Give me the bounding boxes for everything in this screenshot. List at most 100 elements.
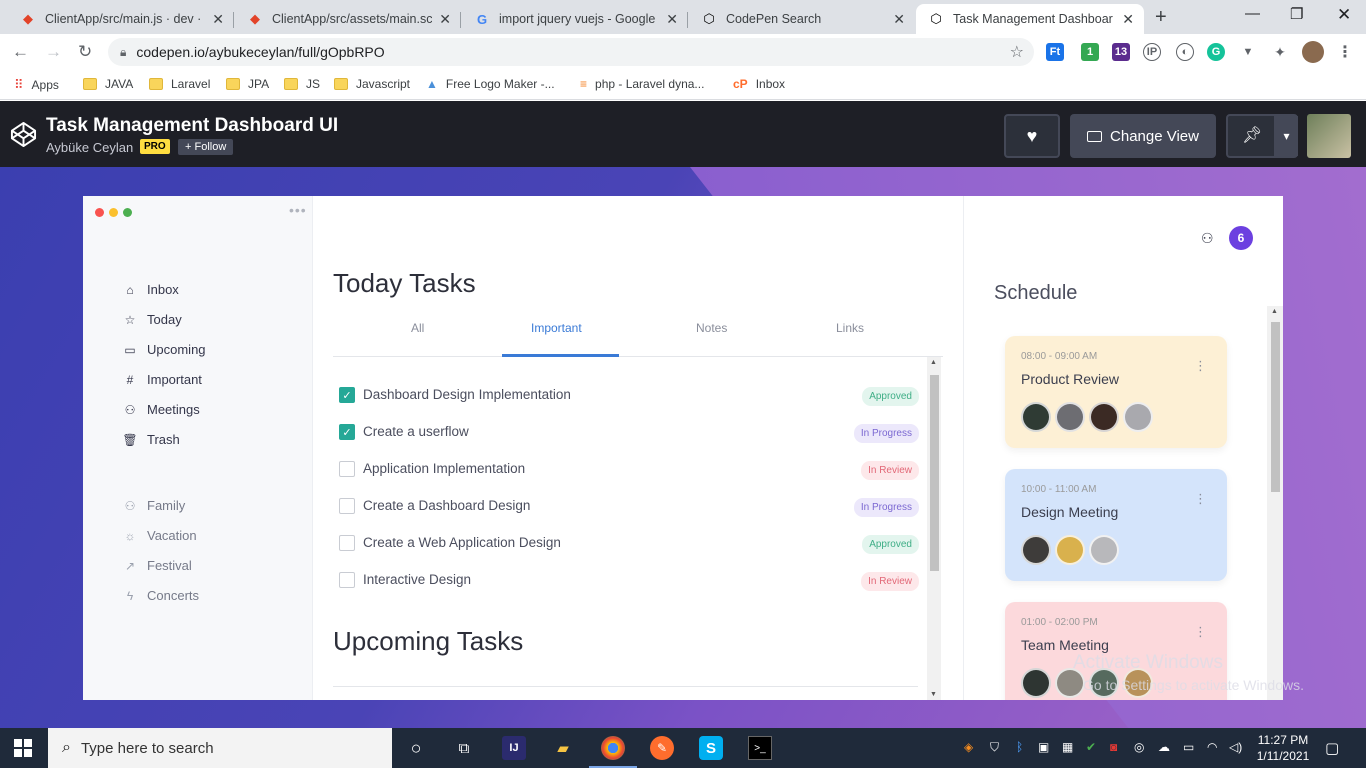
extension-icon[interactable]: G bbox=[1207, 43, 1225, 61]
taskbar-clock[interactable]: 11:27 PM 1/11/2021 bbox=[1252, 732, 1314, 764]
bookmark-apps[interactable]: ⠿ Apps bbox=[14, 77, 59, 93]
intellij-icon[interactable]: IJ bbox=[502, 736, 526, 760]
action-center-icon[interactable]: ▢ bbox=[1325, 739, 1339, 757]
file-explorer-icon[interactable]: ▰ bbox=[551, 736, 575, 760]
task-checkbox[interactable] bbox=[339, 498, 355, 514]
chevron-down-icon[interactable]: ▾ bbox=[1274, 116, 1298, 156]
notification-badge[interactable]: 6 bbox=[1229, 226, 1253, 250]
postman-icon[interactable]: ✎ bbox=[650, 736, 674, 760]
task-row[interactable]: ✓ Create a userflow In Progress bbox=[339, 421, 919, 443]
wifi-icon[interactable]: ◠ bbox=[1207, 740, 1217, 754]
kebab-menu-icon[interactable]: ⋮ bbox=[1194, 491, 1207, 507]
scrollbar-thumb[interactable] bbox=[1271, 322, 1280, 492]
bookmark-folder[interactable]: Laravel bbox=[149, 77, 210, 91]
kebab-menu-icon[interactable]: ⋮ bbox=[1194, 358, 1207, 374]
users-icon[interactable]: ⚇ bbox=[1201, 230, 1214, 247]
bluetooth-icon[interactable]: ᛒ bbox=[1016, 740, 1023, 754]
task-row[interactable]: Create a Dashboard Design In Progress bbox=[339, 495, 919, 517]
back-icon[interactable]: ← bbox=[12, 42, 29, 62]
sidebar-item-concerts[interactable]: ϟ Concerts bbox=[123, 588, 199, 603]
tray-app-icon[interactable]: ◎ bbox=[1134, 740, 1144, 754]
sidebar-item-trash[interactable]: 🗑︎ Trash bbox=[122, 432, 179, 447]
bookmark-folder[interactable]: JPA bbox=[226, 77, 269, 91]
scrollbar-thumb[interactable] bbox=[930, 375, 939, 571]
sidebar-item-festival[interactable]: ↗ Festival bbox=[123, 558, 192, 573]
maximize-icon[interactable]: ❐ bbox=[1290, 5, 1303, 23]
terminal-icon[interactable]: >_ bbox=[748, 736, 772, 760]
extension-icon[interactable]: ◐ bbox=[1176, 43, 1194, 61]
task-checkbox[interactable] bbox=[339, 535, 355, 551]
bookmark-folder[interactable]: JS bbox=[284, 77, 320, 91]
extension-icon[interactable]: ▼ bbox=[1239, 43, 1257, 61]
task-list-scrollbar[interactable]: ▲ ▼ bbox=[927, 357, 941, 700]
bookmark-folder[interactable]: Javascript bbox=[334, 77, 410, 91]
bookmark-folder[interactable]: JAVA bbox=[83, 77, 133, 91]
task-view-icon[interactable]: ⧉ bbox=[452, 736, 476, 760]
browser-tab[interactable]: G import jquery vuejs - Google S ✕ bbox=[462, 4, 688, 34]
browser-tab[interactable]: ⬡ CodePen Search ✕ bbox=[689, 4, 915, 34]
bookmark-link[interactable]: cP Inbox bbox=[733, 77, 785, 91]
user-avatar[interactable] bbox=[1307, 114, 1351, 158]
cortana-icon[interactable]: ○ bbox=[404, 736, 428, 760]
tray-app-icon[interactable]: ◙ bbox=[1110, 740, 1117, 754]
task-checkbox[interactable] bbox=[339, 461, 355, 477]
codepen-logo-icon[interactable] bbox=[10, 121, 37, 148]
minimize-icon[interactable]: — bbox=[1245, 5, 1260, 22]
extension-icon[interactable]: 1 bbox=[1081, 43, 1099, 61]
sidebar-item-family[interactable]: ⚇ Family bbox=[123, 498, 186, 513]
scroll-down-icon[interactable]: ▼ bbox=[930, 691, 937, 698]
taskbar-search-input[interactable]: ⌕ Type here to search bbox=[48, 728, 392, 768]
sidebar-item-upcoming[interactable]: ▭ Upcoming bbox=[123, 342, 205, 357]
pen-author[interactable]: Aybüke Ceylan bbox=[46, 140, 133, 155]
browser-tab[interactable]: ◆ ClientApp/src/assets/main.scss ✕ bbox=[235, 4, 461, 34]
bookmark-star-icon[interactable]: ☆ bbox=[1010, 42, 1024, 62]
bookmark-link[interactable]: ▲ Free Logo Maker -... bbox=[426, 77, 555, 91]
task-checkbox[interactable]: ✓ bbox=[339, 424, 355, 440]
sidebar-item-vacation[interactable]: ☼ Vacation bbox=[123, 528, 197, 543]
more-options-icon[interactable]: ••• bbox=[289, 202, 307, 218]
task-checkbox[interactable]: ✓ bbox=[339, 387, 355, 403]
schedule-card[interactable]: 10:00 - 11:00 AM Design Meeting ⋮ bbox=[1005, 469, 1227, 581]
browser-tab[interactable]: ◆ ClientApp/src/main.js · dev · M ✕ bbox=[8, 4, 234, 34]
tab-links[interactable]: Links bbox=[836, 321, 864, 335]
task-row[interactable]: Application Implementation In Review bbox=[339, 458, 919, 480]
extensions-puzzle-icon[interactable]: ✦ bbox=[1271, 43, 1289, 61]
tab-all[interactable]: All bbox=[411, 321, 424, 335]
tray-app-icon[interactable]: ▣ bbox=[1038, 740, 1049, 754]
scroll-up-icon[interactable]: ▲ bbox=[1271, 308, 1278, 315]
forward-icon[interactable]: → bbox=[45, 42, 62, 62]
tab-notes[interactable]: Notes bbox=[696, 321, 727, 335]
sidebar-item-meetings[interactable]: ⚇ Meetings bbox=[123, 402, 200, 417]
extension-icon[interactable]: 13 bbox=[1112, 43, 1130, 61]
close-icon[interactable]: ✕ bbox=[212, 11, 224, 28]
chrome-icon[interactable] bbox=[589, 736, 637, 768]
change-view-button[interactable]: Change View bbox=[1070, 114, 1216, 158]
extension-icon[interactable]: Ft bbox=[1046, 43, 1064, 61]
task-checkbox[interactable] bbox=[339, 572, 355, 588]
like-button[interactable]: ♥ bbox=[1004, 114, 1060, 158]
close-icon[interactable]: ✕ bbox=[1122, 11, 1134, 28]
sidebar-item-today[interactable]: ☆ Today bbox=[123, 312, 182, 327]
url-text[interactable]: codepen.io/aybukeceylan/full/gOpbRPO bbox=[136, 44, 384, 60]
task-row[interactable]: Create a Web Application Design Approved bbox=[339, 532, 919, 554]
window-close-icon[interactable]: ✕ bbox=[1337, 5, 1351, 25]
tray-check-icon[interactable]: ✔ bbox=[1086, 740, 1096, 754]
address-bar[interactable]: 🔒︎ codepen.io/aybukeceylan/full/gOpbRPO … bbox=[108, 38, 1034, 66]
kebab-menu-icon[interactable]: ⋮ bbox=[1194, 624, 1207, 640]
tray-app-icon[interactable]: ▦ bbox=[1062, 740, 1073, 754]
schedule-card[interactable]: 08:00 - 09:00 AM Product Review ⋮ bbox=[1005, 336, 1227, 448]
close-icon[interactable]: ✕ bbox=[439, 11, 451, 28]
pin-button[interactable]: 📌︎ ▾ bbox=[1226, 114, 1298, 158]
tray-shield-icon[interactable]: ⛉ bbox=[990, 740, 999, 755]
follow-button[interactable]: + Follow bbox=[178, 139, 234, 155]
bookmark-link[interactable]: ≡ php - Laravel dyna... bbox=[580, 77, 704, 91]
volume-icon[interactable]: ◁) bbox=[1229, 740, 1242, 754]
onedrive-icon[interactable]: ☁ bbox=[1158, 740, 1170, 754]
tab-important[interactable]: Important bbox=[531, 321, 582, 335]
schedule-scrollbar[interactable]: ▲ bbox=[1267, 306, 1283, 700]
new-tab-button[interactable]: + bbox=[1155, 6, 1167, 29]
reload-icon[interactable]: ↻ bbox=[78, 42, 92, 62]
sidebar-item-important[interactable]: # Important bbox=[123, 372, 202, 387]
task-row[interactable]: ✓ Dashboard Design Implementation Approv… bbox=[339, 384, 919, 406]
task-row[interactable]: Interactive Design In Review bbox=[339, 569, 919, 591]
